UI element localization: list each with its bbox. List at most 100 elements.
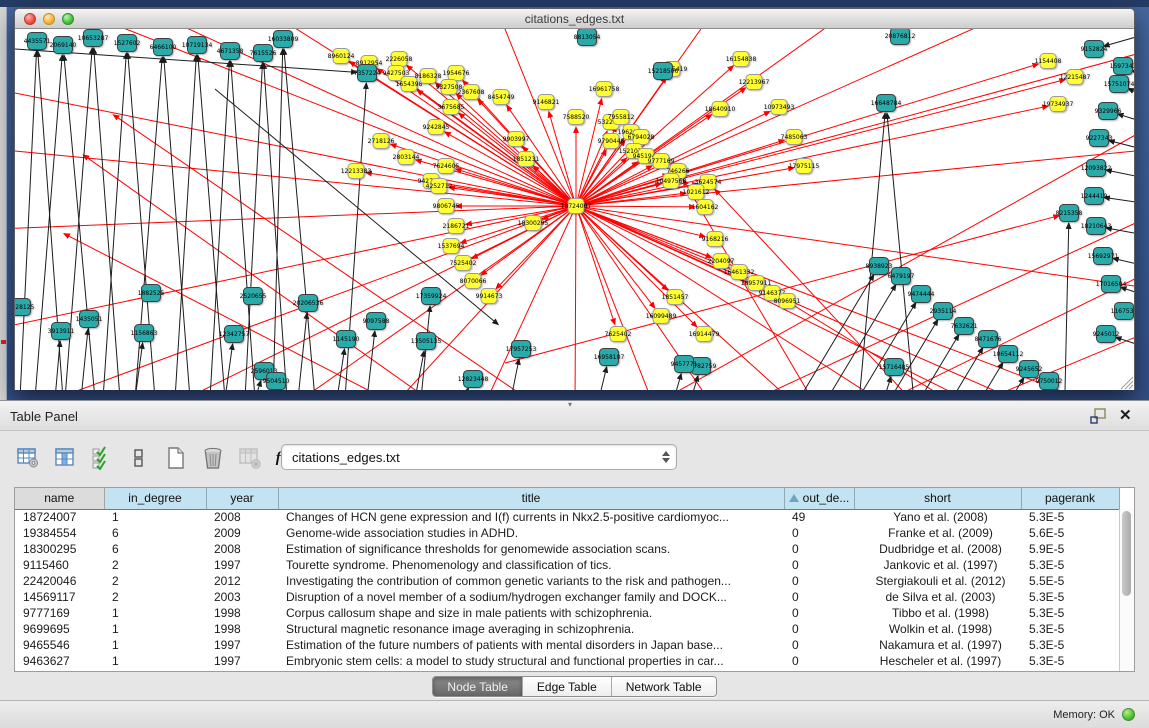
table-scrollbar[interactable] [1119, 509, 1134, 671]
network-canvas[interactable]: 1872400789601248912954222605894275031654… [15, 29, 1135, 390]
table-settings-icon[interactable] [16, 445, 40, 471]
graph-node-label: 15218506 [648, 68, 679, 75]
graph-node-label: 7624605 [433, 163, 460, 170]
graph-node-label: 2186721 [443, 223, 470, 230]
table-row[interactable]: 977716911998Corpus callosum shape and si… [15, 605, 1119, 621]
graph-node-label: 12342757 [219, 331, 250, 338]
table-row[interactable]: 2242004622012Investigating the contribut… [15, 573, 1119, 589]
graph-node-label: 15716485 [879, 364, 910, 371]
table-row[interactable]: 969969511998Structural magnetic resonanc… [15, 621, 1119, 637]
close-panel-icon[interactable]: ✕ [1119, 407, 1137, 425]
table-cell: 49 [784, 509, 854, 525]
column-header-short[interactable]: short [854, 488, 1021, 509]
graph-node-label: 1021612 [683, 189, 710, 196]
table-row[interactable]: 1830029562008Estimation of significance … [15, 541, 1119, 557]
table-cell: 9465546 [15, 637, 104, 653]
graph-node-label: 9097588 [363, 318, 390, 325]
table-row[interactable]: 911546021997Tourette syndrome. Phenomeno… [15, 557, 1119, 573]
graph-node-label: 12823448 [458, 376, 489, 383]
graph-node-label: 7955812 [608, 114, 635, 121]
graph-edge [245, 63, 262, 390]
table-scrollbar-thumb[interactable] [1122, 511, 1131, 596]
delete-rows-icon[interactable] [201, 445, 225, 471]
graph-node-label: 16958107 [594, 354, 625, 361]
graph-edge [576, 206, 697, 327]
graph-node-label: 2226058 [386, 56, 413, 63]
column-header-name[interactable]: name [15, 488, 104, 509]
table-selector-dropdown[interactable]: citations_edges.txt [281, 444, 677, 470]
window-titlebar[interactable]: citations_edges.txt [15, 9, 1134, 29]
table-cell: Franke et al. (2009) [854, 525, 1021, 541]
rows-icon[interactable] [127, 445, 151, 471]
table-cell: 1 [104, 637, 206, 653]
graph-node-label: 9245652 [1016, 366, 1043, 373]
table-cell: 2008 [206, 541, 278, 557]
graph-node-label: 1228125 [15, 304, 35, 311]
new-table-icon[interactable] [164, 445, 188, 471]
graph-node-label: 7357224 [354, 70, 381, 77]
graph-node-label: 16648784 [871, 100, 902, 107]
graph-node-label: 16099489 [646, 313, 677, 320]
column-header-year[interactable]: year [206, 488, 278, 509]
table-cell: 1997 [206, 653, 278, 669]
table-row[interactable]: 946362711997Embryonic stem cells: a mode… [15, 653, 1119, 669]
graph-node-label: 4671358 [217, 48, 244, 55]
graph-edge [20, 51, 37, 390]
graph-node-label: 16914479 [689, 331, 720, 338]
float-panel-icon[interactable] [1089, 407, 1107, 425]
graph-node-label: 2803144 [393, 154, 420, 161]
graph-edge [1104, 37, 1135, 46]
table-cell: 2009 [206, 525, 278, 541]
tab-network-table[interactable]: Network Table [612, 677, 716, 696]
graph-node-label: 8471676 [975, 336, 1002, 343]
graph-node-label: 1167533 [1111, 308, 1135, 315]
graph-edge [575, 206, 576, 390]
graph-node-label: 4252712 [426, 183, 453, 190]
tab-node-table[interactable]: Node Table [433, 677, 523, 696]
column-header-pagerank[interactable]: pagerank [1021, 488, 1119, 509]
memory-status-indicator[interactable] [1122, 708, 1135, 721]
graph-node-label: 12213383 [341, 168, 372, 175]
splitter-handle-icon[interactable]: ▾ [568, 402, 578, 408]
graph-node-label: 1435051 [76, 316, 103, 323]
column-visibility-icon[interactable] [53, 445, 77, 471]
graph-node-label: 6794028 [628, 134, 655, 141]
table-row[interactable]: 1938455462009Genome-wide association stu… [15, 525, 1119, 541]
table-cell: Yano et al. (2008) [854, 509, 1021, 525]
canvas-resize-grip[interactable] [1121, 377, 1133, 389]
graph-node-label: 10654112 [993, 351, 1024, 358]
table-cell: 2012 [206, 573, 278, 589]
graph-node-label: 7525402 [450, 260, 477, 267]
table-row[interactable]: 1456911722003Disruption of a novel membe… [15, 589, 1119, 605]
graph-node-label: 17957253 [506, 346, 537, 353]
graph-edge [576, 206, 695, 207]
graph-node-label: 9914673 [476, 293, 503, 300]
tab-edge-table[interactable]: Edge Table [523, 677, 612, 696]
table-cell: 5.3E-5 [1021, 509, 1119, 525]
sort-ascending-icon [789, 494, 799, 502]
table-tab-strip: Node TableEdge TableNetwork Table [0, 672, 1149, 700]
graph-node-label: 12093822 [1081, 165, 1112, 172]
network-view-window[interactable]: citations_edges.txt 18724007896012489129… [14, 8, 1135, 390]
table-cell: Dudbridge et al. (2008) [854, 541, 1021, 557]
table-cell: 5.3E-5 [1021, 637, 1119, 653]
table-cell: 5.3E-5 [1021, 589, 1119, 605]
graph-node-label: 9474444 [908, 291, 935, 298]
graph-edge [264, 63, 287, 390]
column-header-out_de[interactable]: out_de... [784, 488, 854, 509]
row-select-icon[interactable] [90, 445, 114, 471]
column-header-in_degree[interactable]: in_degree [104, 488, 206, 509]
table-cell: Investigating the contribution of common… [278, 573, 784, 589]
delete-table-icon[interactable] [238, 445, 262, 471]
column-header-title[interactable]: title [278, 488, 784, 509]
graph-node-label: 7625402 [605, 331, 632, 338]
citation-network-graph[interactable]: 1872400789601248912954222605894275031654… [15, 29, 1135, 390]
table-row[interactable]: 1872400712008Changes of HCN gene express… [15, 509, 1119, 525]
graph-node-label: 16154838 [726, 56, 757, 63]
graph-edge [255, 381, 261, 390]
table-row[interactable]: 946554611997Estimation of the future num… [15, 637, 1119, 653]
graph-node-label: 3675685 [438, 104, 465, 111]
graph-node-label: 18640910 [705, 106, 736, 113]
graph-edge [674, 374, 681, 390]
table-panel-header[interactable]: ▾ Table Panel ✕ [0, 401, 1149, 431]
